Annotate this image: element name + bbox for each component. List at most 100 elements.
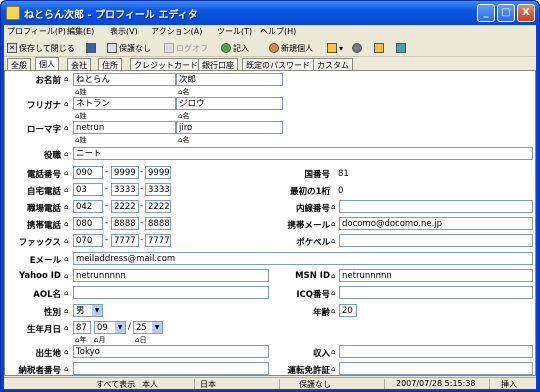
pager-field[interactable] [339, 234, 533, 247]
dash: - [140, 218, 144, 228]
gender-select[interactable]: 男 ▼ [73, 304, 103, 317]
work-mid-field[interactable]: 2222 [111, 200, 139, 213]
birth-day-select[interactable]: 25 ▼ [133, 321, 163, 334]
tab-strip: 全般 個人 会社 住所 クレジットカード 銀行口座 既定のパスワード カスタム [4, 57, 536, 71]
lock-icon: ⌂ [64, 272, 69, 280]
mobile-last-field[interactable]: 8888 [145, 217, 171, 230]
birthplace-field[interactable]: Tokyo [73, 345, 269, 358]
chevron-down-icon: ▼ [152, 322, 162, 333]
mei-caption: ⌂名 [178, 88, 190, 96]
menu-edit[interactable]: 編集(E) [67, 26, 94, 37]
home-area-field[interactable]: 03 [73, 183, 103, 196]
menu-view[interactable]: 表示(V) [110, 26, 138, 37]
extension-field[interactable] [339, 200, 533, 213]
chevron-down-icon: ▼ [92, 305, 102, 316]
dash: - [105, 167, 109, 177]
email-field[interactable]: meiladdress@mail.com [73, 252, 533, 265]
fax-mid-field[interactable]: 7777 [111, 234, 139, 247]
status-protect: 保護なし [299, 380, 331, 389]
sei-text: 姓 [79, 136, 87, 144]
msn-field[interactable]: netrunnnnn [339, 269, 533, 282]
phone-last-field[interactable]: 9999 [145, 166, 171, 179]
menu-bar: プロフィール(P) 編集(E) 表示(V) アクション(A) ツール(T) ヘル… [4, 25, 536, 39]
nen-text: 年 [79, 336, 87, 344]
menu-profile[interactable]: プロフィール(P) [7, 26, 66, 37]
license-field[interactable] [339, 362, 533, 375]
first-kana-field[interactable]: ジロウ [176, 97, 283, 110]
lock-icon: ⌂ [64, 169, 69, 177]
title-bar: ねとらん次郎 - プロフィール エディタ _ □ X [1, 1, 539, 25]
tab-personal[interactable]: 個人 [35, 57, 59, 71]
divider [384, 379, 385, 389]
msn-label: MSN ID [295, 271, 330, 281]
status-lang: 日本 [200, 380, 216, 389]
close-button[interactable]: X [517, 4, 535, 22]
minimize-button[interactable]: _ [477, 4, 495, 22]
dash: - [140, 201, 144, 211]
pin-button[interactable] [396, 41, 406, 55]
save-button[interactable] [86, 41, 96, 55]
mobile-area-field[interactable]: 080 [73, 217, 103, 230]
dash: - [140, 184, 144, 194]
icq-field[interactable] [339, 286, 533, 299]
new-person-button[interactable]: 新規個人 [269, 41, 313, 55]
slash: / [128, 322, 131, 332]
phone-mid-field[interactable]: 9999 [111, 166, 139, 179]
logoff-label: ログオフ [176, 43, 208, 53]
birth-day-value: 25 [136, 323, 147, 333]
mobile-mid-field[interactable]: 8888 [111, 217, 139, 230]
lock-icon: ⌂ [331, 220, 336, 228]
age-field[interactable]: 20 [339, 304, 357, 317]
aol-field[interactable] [73, 286, 269, 299]
settings-button[interactable] [352, 41, 362, 55]
fax-label: ファックス [18, 238, 61, 248]
taxpayer-id-field[interactable] [73, 362, 269, 375]
income-field[interactable] [339, 345, 533, 358]
phone-area-field[interactable]: 090 [73, 166, 103, 179]
last-kana-field[interactable]: ネトラン [73, 97, 176, 110]
taxpayer-id-label: 納税者番号 [18, 366, 61, 376]
lock-icon: ⌂ [64, 150, 69, 158]
home-mid-field[interactable]: 3333 [111, 183, 139, 196]
birth-month-select[interactable]: 09 ▼ [94, 321, 126, 334]
logoff-button[interactable]: ログオフ [164, 41, 208, 55]
menu-tools[interactable]: ツール(T) [217, 26, 252, 37]
document-icon [107, 43, 117, 53]
sei-caption: ⌂姓 [75, 112, 87, 120]
yahoo-label: Yahoo ID [18, 271, 61, 281]
yahoo-field[interactable]: netrunnnnn [73, 269, 269, 282]
email-label: Eメール [29, 256, 61, 266]
first-name-field[interactable]: 次郎 [176, 73, 283, 86]
lock-icon: ⌂ [64, 237, 69, 245]
first-romaji-field[interactable]: jiro [176, 121, 283, 134]
work-phone-label: 職場電話 [26, 204, 61, 214]
birth-year-field[interactable]: 87 [73, 321, 91, 334]
protect-button[interactable]: 保護なし [107, 41, 151, 55]
first-digit-value: 0 [338, 186, 344, 196]
menu-action[interactable]: アクション(A) [151, 26, 202, 37]
fax-last-field[interactable]: 7777 [145, 234, 171, 247]
last-name-field[interactable]: ねとらん [73, 73, 176, 86]
tools-dropdown-button[interactable]: ▾ [327, 41, 343, 55]
home-last-field[interactable]: 3333 [145, 183, 171, 196]
save-close-button[interactable]: ✕ 保存して閉じる [7, 41, 75, 55]
mobile-mail-field[interactable]: docomo@docomo.ne.jp [339, 217, 533, 230]
menu-help[interactable]: ヘルプ(H) [260, 26, 296, 37]
dash: - [140, 235, 144, 245]
mei-text: 名 [182, 136, 190, 144]
job-title-field[interactable]: ニート [73, 147, 533, 160]
work-area-field[interactable]: 042 [73, 200, 103, 213]
work-last-field[interactable]: 2222 [145, 200, 171, 213]
key-icon [164, 43, 174, 53]
dash: - [105, 201, 109, 211]
maximize-button[interactable]: □ [497, 4, 515, 22]
status-bar: すべて表示 本人 日本 保護なし 2007/07/28 5:15:38 挿入 [4, 377, 536, 389]
entry-button[interactable]: 記入 [221, 41, 249, 55]
folder-button[interactable] [374, 41, 384, 55]
lock-icon: ⌂ [64, 75, 69, 83]
divider [489, 379, 490, 389]
fax-area-field[interactable]: 070 [73, 234, 103, 247]
last-romaji-field[interactable]: netrun [73, 121, 176, 134]
hi-text: 日 [139, 336, 147, 344]
icq-label: ICQ番号 [296, 290, 330, 300]
